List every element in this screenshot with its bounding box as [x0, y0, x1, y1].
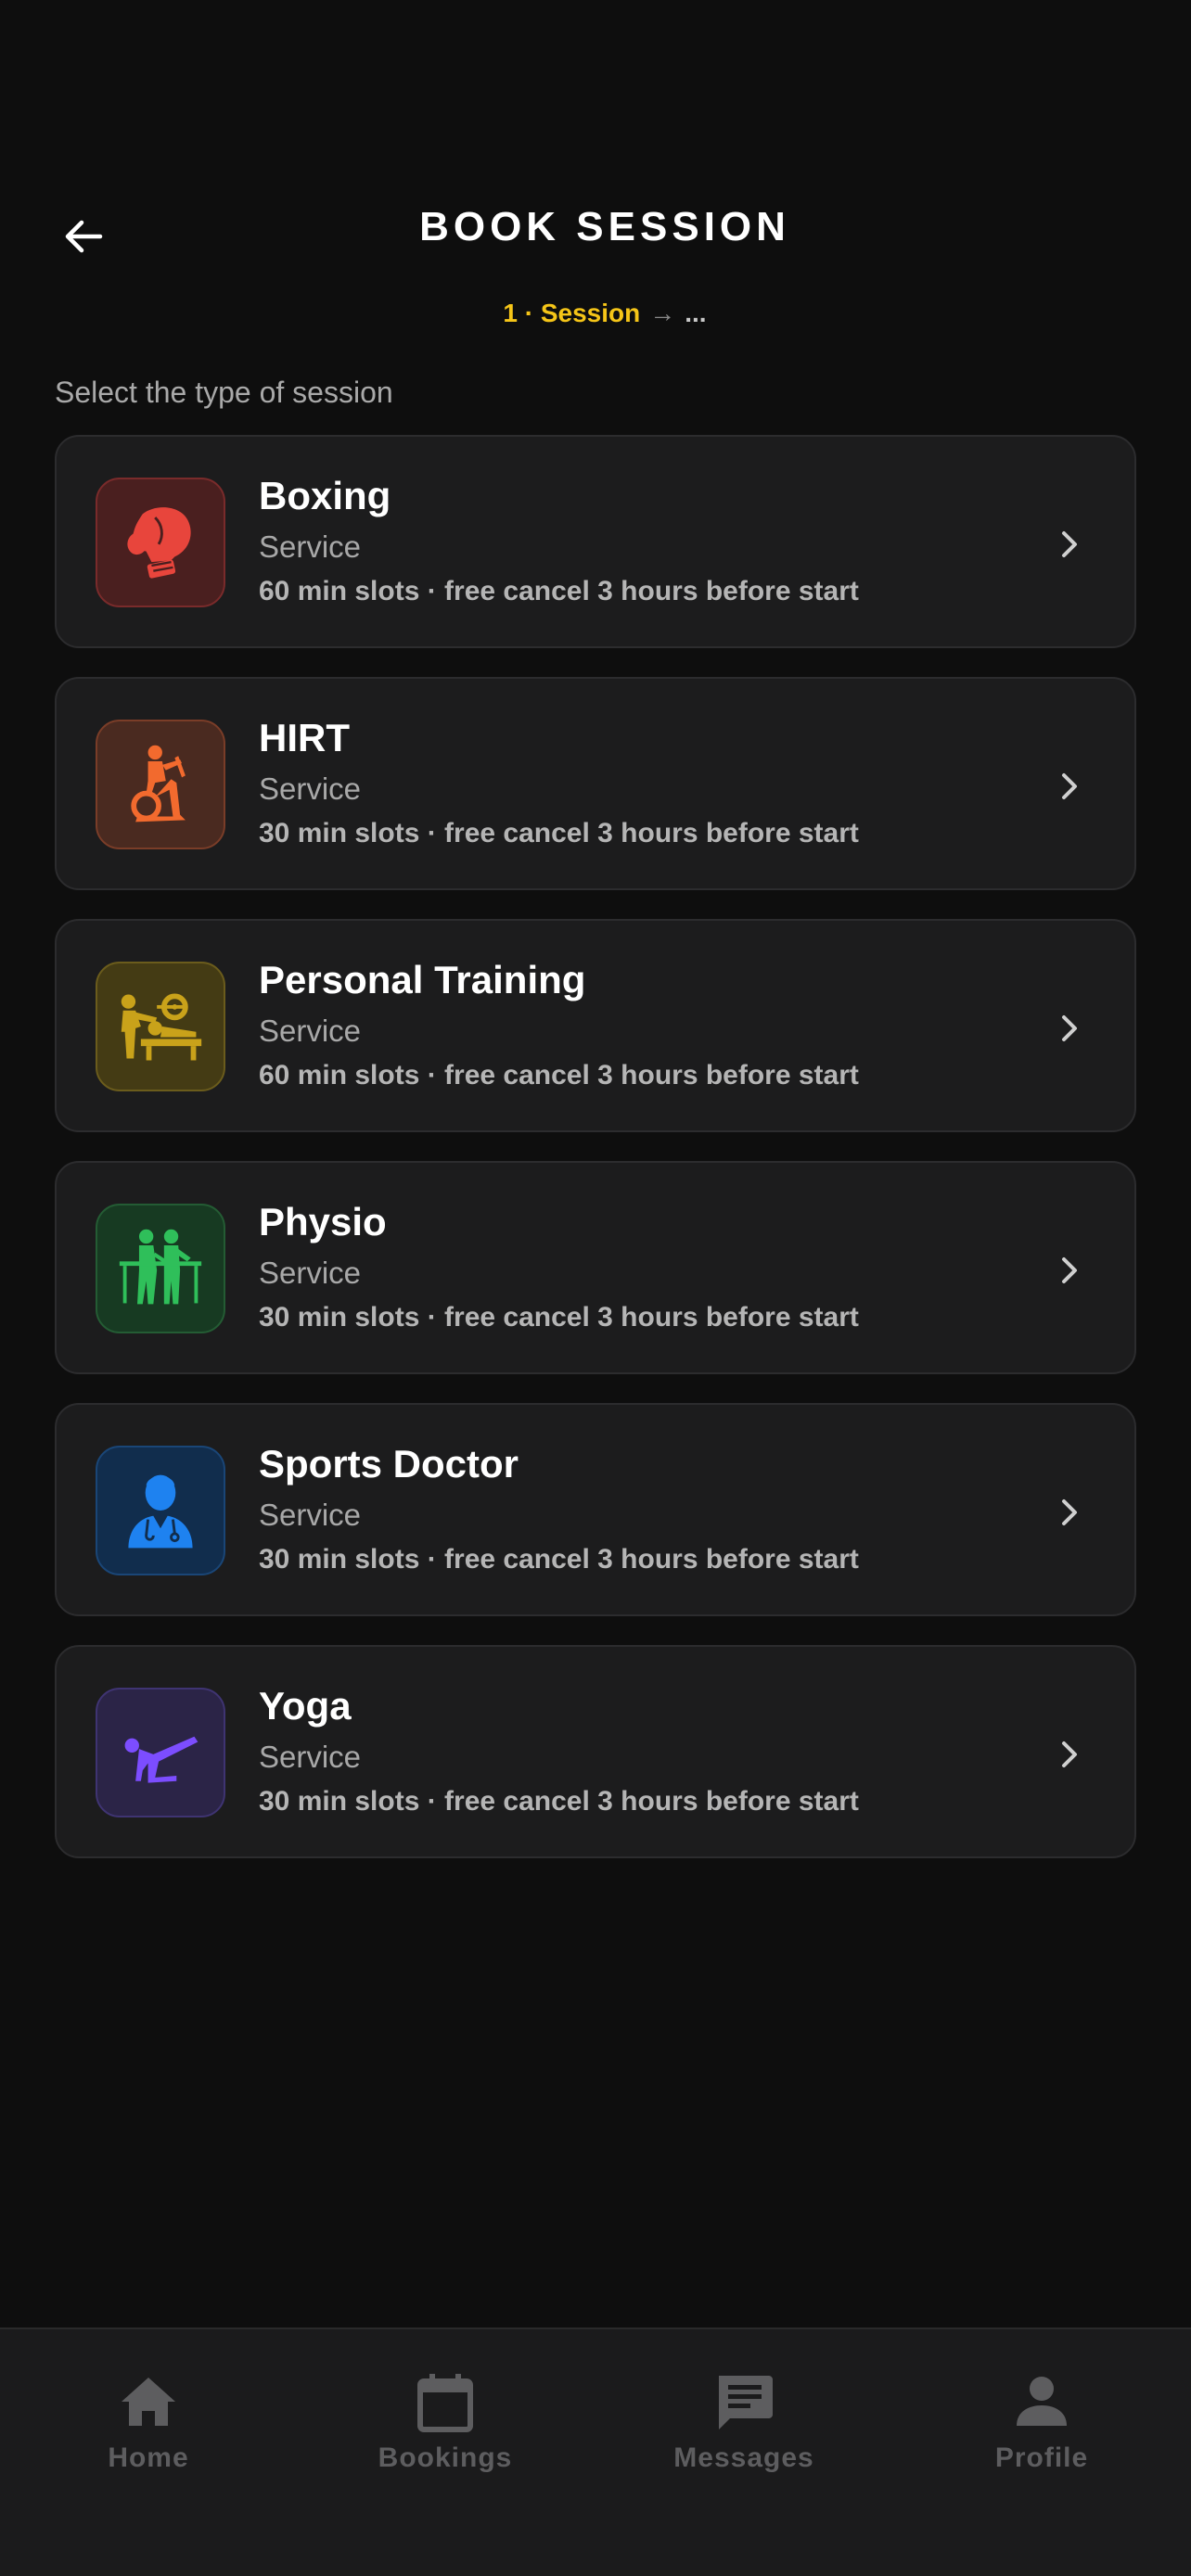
service-card-yoga[interactable]: Yoga Service 30 min slots · free cancel … — [55, 1645, 1136, 1858]
service-icon-tile — [96, 1204, 225, 1333]
service-name: Personal Training — [259, 958, 586, 1001]
step-arrow-icon: → — [649, 299, 676, 327]
step-current: 1 · Session — [503, 299, 641, 327]
service-card-physio[interactable]: Physio Service 30 min slots · free cance… — [55, 1161, 1136, 1374]
page-title: BOOK SESSION — [419, 204, 790, 249]
tab-messages-label: Messages — [673, 2442, 814, 2473]
chevron-right-icon — [1062, 773, 1077, 799]
service-name: Yoga — [259, 1684, 352, 1728]
service-icon-tile — [96, 1688, 225, 1817]
service-icon-tile — [96, 720, 225, 849]
step-indicator: 1 · Session →... — [0, 299, 1191, 328]
service-name: HIRT — [259, 716, 350, 759]
service-meta: 60 min slots · free cancel 3 hours befor… — [259, 576, 859, 606]
header: BOOK SESSION — [0, 176, 1191, 287]
service-type: Service — [259, 772, 362, 806]
section-prompt: Select the type of session — [55, 376, 393, 409]
service-card-personal-training[interactable]: Personal Training Service 60 min slots ·… — [55, 919, 1136, 1132]
service-meta: 60 min slots · free cancel 3 hours befor… — [259, 1060, 859, 1090]
chevron-right-icon — [1062, 1741, 1077, 1767]
service-name: Boxing — [259, 474, 391, 517]
service-name: Physio — [259, 1200, 387, 1243]
service-type: Service — [259, 1740, 362, 1774]
chevron-right-icon — [1062, 531, 1077, 557]
bench-press-icon — [121, 993, 202, 1061]
service-icon-tile — [96, 1446, 225, 1575]
calendar-icon — [417, 2374, 473, 2432]
chevron-right-icon — [1062, 1257, 1077, 1283]
tab-profile[interactable]: Profile — [930, 2370, 1153, 2474]
service-card-sports-doctor[interactable]: Sports Doctor Service 30 min slots · fre… — [55, 1403, 1136, 1616]
service-card-hirt[interactable]: HIRT Service 30 min slots · free cancel … — [55, 677, 1136, 890]
step-next: ... — [685, 299, 707, 327]
service-type: Service — [259, 529, 362, 564]
service-meta: 30 min slots · free cancel 3 hours befor… — [259, 818, 859, 848]
boxing-glove-icon — [127, 507, 191, 579]
tab-messages[interactable]: Messages — [633, 2370, 855, 2474]
service-meta: 30 min slots · free cancel 3 hours befor… — [259, 1544, 859, 1575]
service-type: Service — [259, 1014, 362, 1048]
tab-bookings[interactable]: Bookings — [334, 2370, 557, 2474]
service-meta: 30 min slots · free cancel 3 hours befor… — [259, 1786, 859, 1817]
service-type: Service — [259, 1256, 362, 1290]
service-icon-tile — [96, 962, 225, 1091]
service-type: Service — [259, 1498, 362, 1532]
tab-home[interactable]: Home — [37, 2370, 260, 2474]
service-icon-tile — [96, 478, 225, 607]
service-meta: 30 min slots · free cancel 3 hours befor… — [259, 1302, 859, 1333]
tab-profile-label: Profile — [994, 2442, 1089, 2473]
bottom-tab-bar: Home Bookings Messages Profile — [0, 2327, 1191, 2576]
message-icon — [719, 2376, 773, 2429]
home-icon — [122, 2378, 175, 2426]
exercise-bike-icon — [131, 745, 186, 823]
chevron-right-icon — [1062, 1499, 1077, 1525]
service-list: Boxing Service 60 min slots · free cance… — [55, 435, 1136, 1887]
tab-home-label: Home — [108, 2442, 189, 2473]
person-icon — [1017, 2377, 1067, 2426]
physiotherapy-icon — [119, 1229, 202, 1305]
service-name: Sports Doctor — [259, 1442, 519, 1486]
tab-bookings-label: Bookings — [378, 2442, 513, 2473]
chevron-right-icon — [1062, 1015, 1077, 1041]
doctor-icon — [128, 1474, 193, 1549]
service-card-boxing[interactable]: Boxing Service 60 min slots · free cance… — [55, 435, 1136, 648]
yoga-pose-icon — [124, 1736, 198, 1783]
